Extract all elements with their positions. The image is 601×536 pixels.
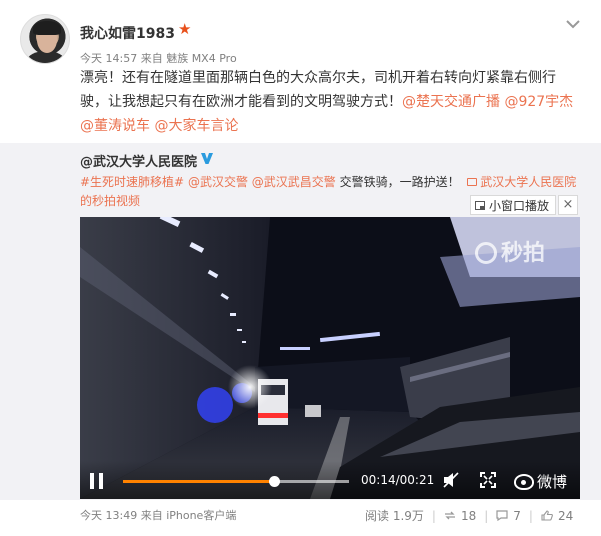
weibo-eye-icon <box>514 474 534 490</box>
watermark-label: 秒拍 <box>501 241 546 266</box>
divider: | <box>528 508 533 523</box>
mini-window-label: 小窗口播放 <box>489 198 550 213</box>
vip-star-icon: ★ <box>178 20 192 38</box>
like-stat[interactable]: 24 <box>541 509 573 523</box>
weibo-post-card: 我心如雷1983 ★ 今天 14:57 来自 魅族 MX4 Pro 漂亮！还有在… <box>0 0 601 536</box>
time-display: 00:14/00:21 <box>361 473 435 487</box>
post-meta: 今天 14:57 来自 魅族 MX4 Pro <box>80 50 237 66</box>
weibo-logo-label: 微博 <box>537 473 568 491</box>
comment-count: 7 <box>513 508 521 523</box>
mention-link[interactable]: @武汉武昌交警 <box>252 175 336 189</box>
video-watermark: 秒拍 <box>475 235 545 267</box>
original-meta: 今天 13:49 来自 iPhone客户端 <box>80 507 236 523</box>
username[interactable]: 我心如雷1983 <box>80 23 175 43</box>
progress-bar[interactable] <box>123 476 349 487</box>
repost-count: 18 <box>460 508 477 523</box>
mention-link[interactable]: @武汉交警 <box>188 175 248 189</box>
original-user-link[interactable]: @武汉大学人民医院 <box>80 151 197 170</box>
chevron-down-icon[interactable] <box>565 18 581 30</box>
mention-link[interactable]: @大家车言论 <box>154 118 238 134</box>
repost-icon <box>444 511 455 519</box>
video-player[interactable]: 秒拍 00:14/00:21 微博 <box>80 217 580 499</box>
post-source: 来自 魅族 MX4 Pro <box>140 52 237 65</box>
post-text: 漂亮！还有在隧道里面那辆白色的大众高尔夫，司机开着右转向灯紧靠右侧行驶，让我想起… <box>80 66 580 138</box>
post-time[interactable]: 今天 14:57 <box>80 52 137 65</box>
mini-window-button[interactable]: 小窗口播放 <box>470 195 556 215</box>
original-time[interactable]: 今天 13:49 <box>80 509 137 522</box>
mini-window-icon <box>475 200 485 210</box>
divider: | <box>484 508 489 523</box>
progress-fill <box>123 480 274 483</box>
original-body: 交警铁骑，一路护送！ <box>335 175 460 189</box>
repost-stat[interactable]: 18 <box>444 509 476 523</box>
original-source: 来自 iPhone客户端 <box>140 509 237 522</box>
original-stats: 阅读 1.9万 | 18 | 7 | 24 <box>365 507 573 524</box>
mention-link[interactable]: @董涛说车 <box>80 118 150 134</box>
progress-knob[interactable] <box>268 476 280 487</box>
volume-muted-icon[interactable] <box>442 472 460 488</box>
pause-icon[interactable] <box>90 473 104 489</box>
read-count: 阅读 1.9万 <box>365 509 424 523</box>
verified-badge-icon <box>201 153 213 164</box>
weibo-logo: 微博 <box>514 471 567 492</box>
divider: | <box>431 508 436 523</box>
thumbs-up-icon <box>541 509 553 521</box>
hashtag-link[interactable]: #生死时速肺移植# <box>80 175 184 189</box>
video-icon <box>467 178 478 186</box>
watermark-logo-icon <box>475 242 497 264</box>
comment-icon <box>496 509 508 521</box>
repost-box: @武汉大学人民医院 #生死时速肺移植# @武汉交警 @武汉武昌交警 交警铁骑，一… <box>0 143 601 523</box>
mention-link[interactable]: @927宇杰 <box>504 94 573 110</box>
user-avatar[interactable] <box>20 14 70 64</box>
close-mini-button[interactable]: × <box>558 195 578 215</box>
mention-link[interactable]: @楚天交通广播 <box>402 94 500 110</box>
fullscreen-icon[interactable] <box>480 472 496 488</box>
comment-stat[interactable]: 7 <box>496 509 521 523</box>
like-count: 24 <box>557 508 574 523</box>
video-controls: 00:14/00:21 微博 <box>80 461 580 499</box>
